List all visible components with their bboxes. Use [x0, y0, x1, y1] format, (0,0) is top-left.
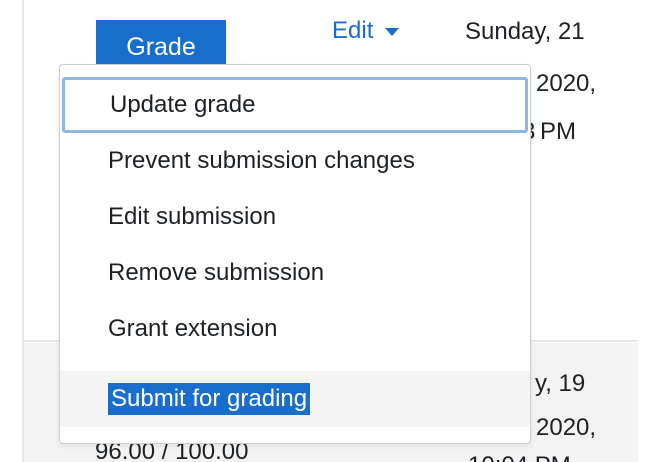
menu-item-label: Remove submission	[108, 259, 325, 286]
menu-item-label: Prevent submission changes	[108, 147, 415, 174]
menu-item-label: Edit submission	[108, 203, 277, 230]
row1-date-line2: 2020,	[536, 70, 597, 97]
row2-date-line2: 2020,	[536, 414, 597, 441]
menu-item-edit-submission[interactable]: Edit submission	[60, 189, 530, 245]
row2-time-partial: 10:04 PM	[468, 452, 571, 462]
menu-item-submit-for-grading[interactable]: Submit for grading	[60, 371, 530, 427]
edit-toggle-label: Edit	[332, 17, 374, 44]
menu-item-remove-submission[interactable]: Remove submission	[60, 245, 530, 301]
menu-item-prevent-submission-changes[interactable]: Prevent submission changes	[60, 133, 530, 189]
menu-item-label-selected: Submit for grading	[108, 383, 311, 415]
row2-date-line1: y, 19	[535, 370, 586, 397]
menu-item-label: Update grade	[110, 91, 256, 118]
grade-button[interactable]: Grade	[96, 20, 226, 66]
caret-down-icon	[385, 28, 400, 36]
menu-item-label: Grant extension	[108, 315, 278, 342]
row1-date-line1: Sunday, 21	[465, 18, 585, 45]
menu-item-update-grade[interactable]: Update grade	[62, 77, 528, 133]
edit-dropdown-menu: Update grade Prevent submission changes …	[59, 64, 531, 444]
edit-menu-toggle[interactable]: Edit	[332, 17, 400, 45]
row1-date-line3: PM	[540, 118, 576, 145]
menu-item-grant-extension[interactable]: Grant extension	[60, 301, 530, 357]
